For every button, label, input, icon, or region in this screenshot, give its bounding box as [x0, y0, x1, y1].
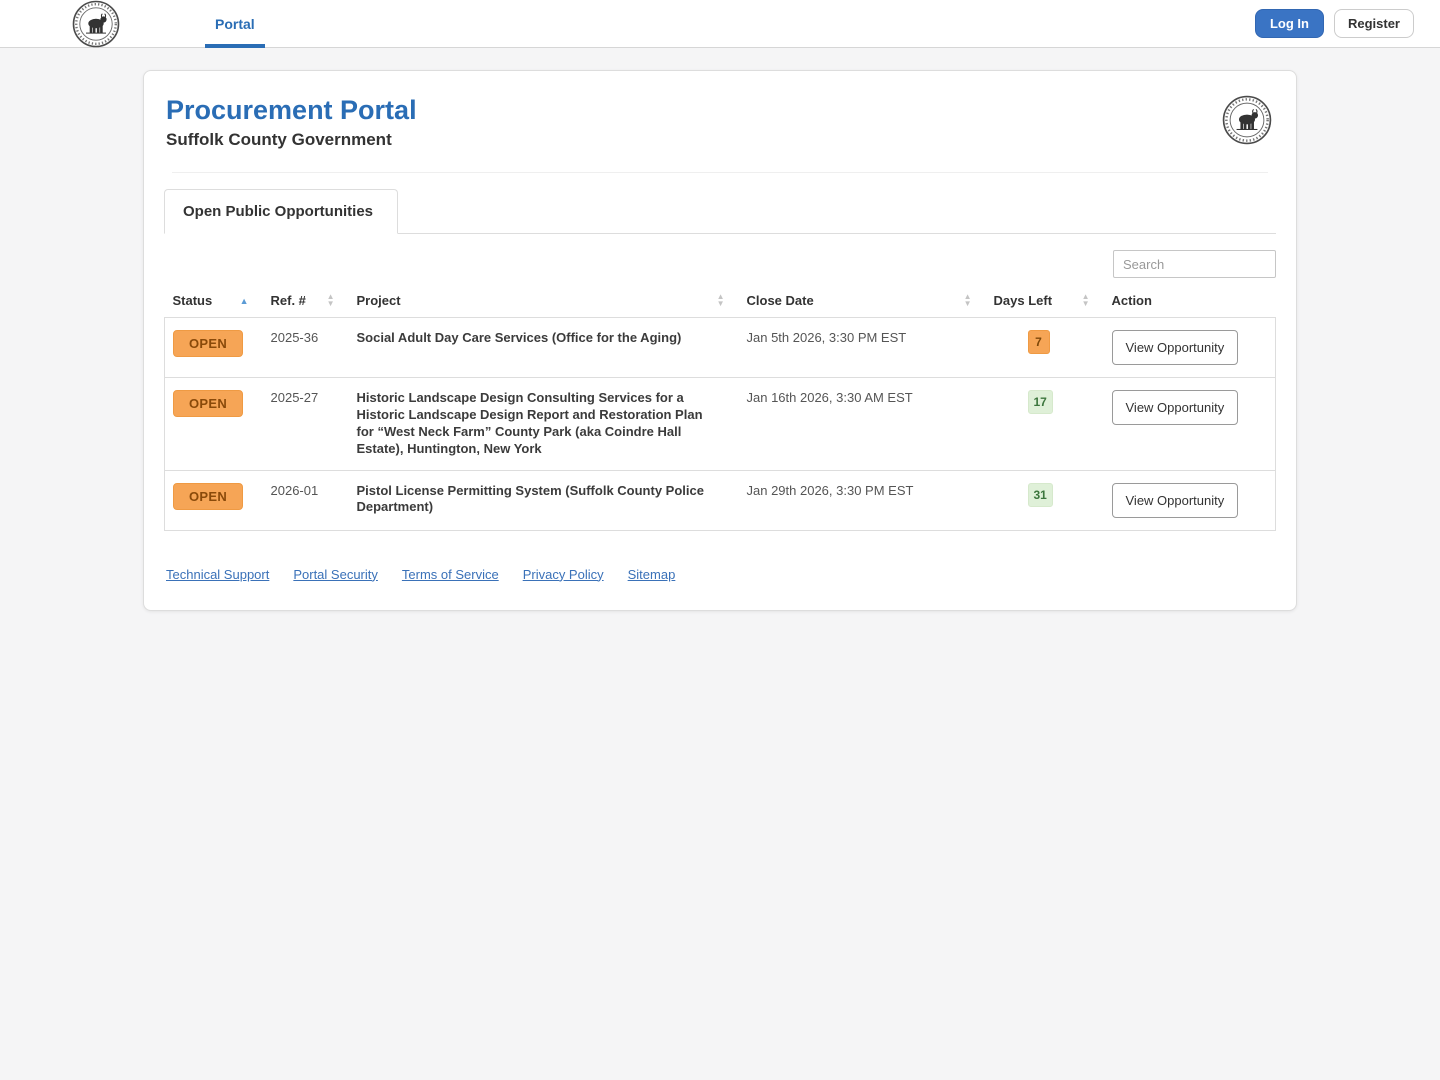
cell-ref: 2026-01 — [262, 469, 349, 531]
column-header-status[interactable]: Status ▲ — [165, 284, 263, 318]
topbar-logo — [72, 0, 120, 48]
sort-icon: ▲ ▼ — [1081, 291, 1090, 308]
footer-link-technical-support[interactable]: Technical Support — [166, 567, 269, 582]
column-label: Action — [1111, 293, 1152, 308]
status-badge: OPEN — [173, 390, 244, 417]
search-row — [164, 250, 1276, 278]
view-opportunity-button[interactable]: View Opportunity — [1111, 390, 1239, 425]
table-row: OPEN 2025-36 Social Adult Day Care Servi… — [164, 317, 1276, 378]
column-label: Status — [172, 293, 213, 308]
cell-close-date: Jan 29th 2026, 3:30 PM EST — [738, 469, 986, 531]
card-header: Procurement Portal Suffolk County Govern… — [164, 95, 1276, 150]
days-left-badge: 17 — [1027, 390, 1053, 414]
cell-status: OPEN — [164, 377, 263, 471]
column-label: Project — [356, 293, 401, 308]
column-header-project[interactable]: Project ▲ ▼ — [349, 284, 739, 318]
cell-days-left: 31 — [985, 469, 1104, 531]
cell-days-left: 17 — [985, 377, 1104, 471]
cell-action: View Opportunity — [1103, 469, 1276, 531]
sort-icon: ▲ ▼ — [963, 291, 972, 308]
nav-item-portal[interactable]: Portal — [205, 0, 265, 48]
footer-link-portal-security[interactable]: Portal Security — [293, 567, 378, 582]
procurement-portal-card: Procurement Portal Suffolk County Govern… — [143, 70, 1297, 611]
table-row: OPEN 2026-01 Pistol License Permitting S… — [164, 469, 1276, 531]
opportunities-table: Status ▲ Ref. # ▲ ▼ Project ▲ ▼ Close Da… — [164, 284, 1276, 531]
nav-portal-label: Portal — [215, 15, 255, 32]
column-label: Close Date — [746, 293, 814, 308]
column-header-close-date[interactable]: Close Date ▲ ▼ — [739, 284, 986, 318]
status-badge: OPEN — [173, 482, 244, 510]
table-body: OPEN 2025-36 Social Adult Day Care Servi… — [164, 317, 1276, 531]
cell-close-date: Jan 5th 2026, 3:30 PM EST — [738, 317, 986, 378]
view-opportunity-button[interactable]: View Opportunity — [1111, 330, 1239, 365]
footer-link-terms-of-service[interactable]: Terms of Service — [402, 567, 499, 582]
county-seal-icon — [1222, 95, 1272, 145]
tab-open-public-opportunities[interactable]: Open Public Opportunities — [164, 189, 398, 234]
status-badge: OPEN — [173, 330, 244, 357]
days-left-badge: 31 — [1027, 482, 1053, 507]
column-header-action: Action — [1104, 284, 1276, 318]
column-label: Ref. # — [270, 293, 306, 308]
cell-status: OPEN — [164, 469, 263, 531]
cell-status: OPEN — [164, 317, 263, 378]
table-row: OPEN 2025-27 Historic Landscape Design C… — [164, 377, 1276, 471]
cell-project: Pistol License Permitting System (Suffol… — [348, 469, 739, 531]
search-input[interactable] — [1113, 250, 1276, 278]
county-seal-logo — [72, 0, 120, 48]
sort-icon: ▲ ▼ — [326, 291, 335, 308]
top-navigation: Portal — [205, 0, 265, 48]
tab-label: Open Public Opportunities — [183, 203, 374, 220]
cell-ref: 2025-36 — [262, 317, 349, 378]
sort-asc-icon: ▲ — [239, 295, 249, 306]
register-button[interactable]: Register — [1333, 9, 1414, 38]
tab-strip: Open Public Opportunities — [164, 189, 1276, 234]
footer-links: Technical Support Portal Security Terms of… — [164, 531, 1276, 590]
cell-ref: 2025-27 — [262, 377, 349, 471]
topbar: Portal Log In Register — [0, 0, 1440, 48]
cell-project: Social Adult Day Care Services (Office f… — [348, 317, 739, 378]
cell-action: View Opportunity — [1103, 377, 1276, 471]
cell-days-left: 7 — [985, 317, 1104, 378]
column-header-ref[interactable]: Ref. # ▲ ▼ — [263, 284, 349, 318]
card-seal — [1222, 95, 1272, 145]
header-divider — [172, 172, 1268, 173]
page-title: Procurement Portal — [166, 95, 417, 125]
cell-close-date: Jan 16th 2026, 3:30 AM EST — [738, 377, 986, 471]
column-header-days-left[interactable]: Days Left ▲ ▼ — [986, 284, 1104, 318]
footer-link-privacy-policy[interactable]: Privacy Policy — [523, 567, 604, 582]
sort-icon: ▲ ▼ — [716, 291, 725, 308]
county-seal-icon — [72, 0, 120, 47]
cell-action: View Opportunity — [1103, 317, 1276, 378]
table-header: Status ▲ Ref. # ▲ ▼ Project ▲ ▼ Close Da… — [165, 284, 1276, 318]
view-opportunity-button[interactable]: View Opportunity — [1111, 482, 1239, 518]
cell-project: Historic Landscape Design Consulting Ser… — [348, 377, 739, 471]
topbar-actions: Log In Register — [1254, 9, 1414, 38]
footer-link-sitemap[interactable]: Sitemap — [628, 567, 676, 582]
days-left-badge: 7 — [1027, 330, 1050, 354]
column-label: Days Left — [993, 293, 1053, 308]
county-seal-emblem — [1222, 95, 1272, 145]
page-subtitle: Suffolk County Government — [166, 130, 392, 149]
login-button[interactable]: Log In — [1254, 9, 1324, 38]
